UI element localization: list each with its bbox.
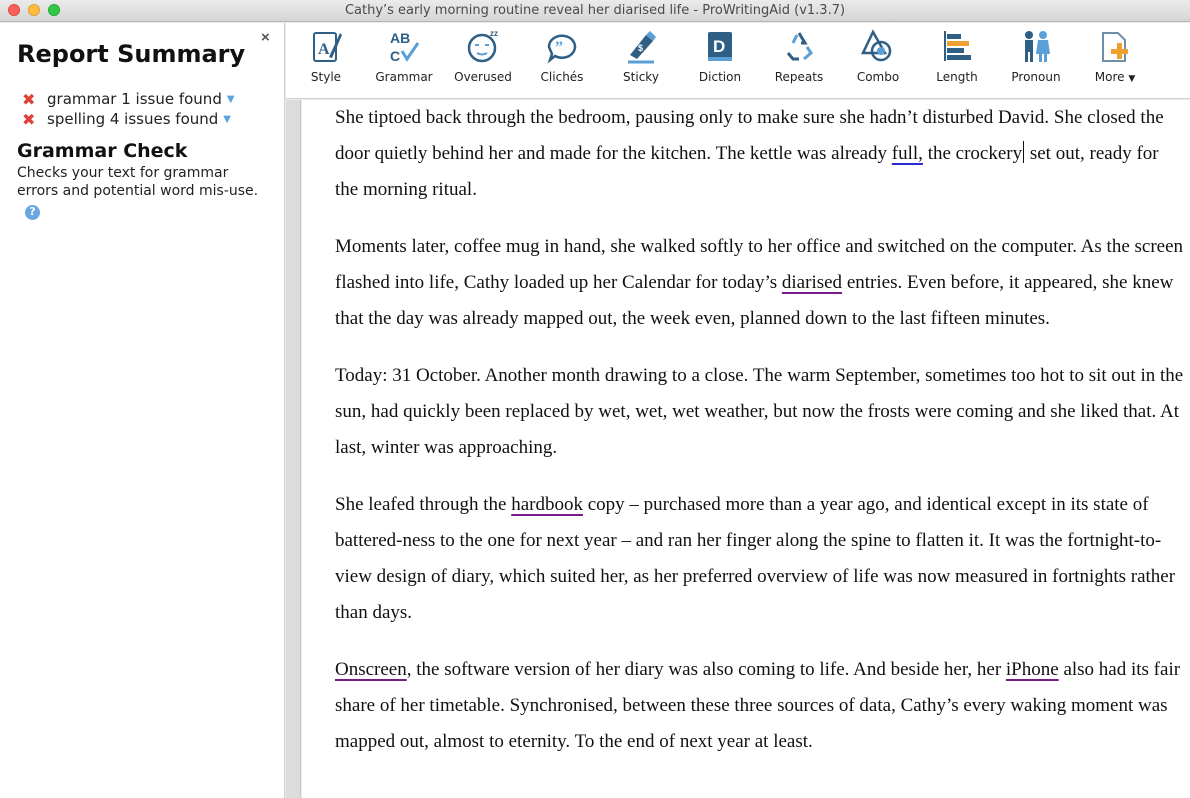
window-controls — [8, 4, 60, 16]
window-minimize-button[interactable] — [28, 4, 40, 16]
toolbar-pronoun-button[interactable]: Pronoun — [996, 27, 1076, 93]
tool-label: Style — [310, 70, 342, 84]
text-run: She leafed through the — [335, 494, 512, 515]
more-icon — [1102, 32, 1128, 62]
tool-label: Sticky — [623, 70, 659, 84]
tool-label: Pronoun — [1011, 70, 1061, 84]
dropdown-caret-icon[interactable]: ▼ — [227, 94, 235, 105]
repeats-icon — [786, 32, 813, 61]
svg-text:D: D — [713, 37, 725, 56]
toolbar-more-button[interactable]: More ▼ — [1075, 27, 1155, 93]
tool-label: Combo — [856, 70, 900, 84]
document-gutter — [286, 100, 301, 798]
sticky-icon: $ — [628, 31, 656, 64]
issue-item-spelling[interactable]: ✖ spelling 4 issues found ▼ — [22, 109, 235, 129]
document-editor[interactable]: She tiptoed back through the bedroom, pa… — [302, 100, 1190, 798]
toolbar-combo-button[interactable]: Combo — [838, 27, 918, 93]
more-caret-icon: ▼ — [1128, 74, 1136, 84]
window-close-button[interactable] — [8, 4, 20, 16]
error-x-icon: ✖ — [22, 109, 36, 129]
close-sidebar-button[interactable]: × — [261, 29, 270, 46]
toolbar-cliches-button[interactable]: ” Clichés — [522, 27, 602, 93]
svg-text:zz: zz — [490, 29, 498, 38]
window-title: Cathy’s early morning routine reveal her… — [344, 3, 846, 18]
spelling-flag[interactable]: hardbook — [511, 494, 583, 515]
tool-label: Overused — [454, 70, 512, 84]
svg-text:$: $ — [638, 43, 643, 53]
tool-label: Repeats — [774, 70, 824, 84]
cliches-icon: ” — [547, 34, 577, 64]
grammar-check-heading: Grammar Check — [17, 140, 188, 162]
toolbar-sticky-button[interactable]: $ Sticky — [601, 27, 681, 93]
pronoun-icon — [1025, 31, 1050, 62]
combo-icon — [861, 29, 892, 62]
dropdown-caret-icon[interactable]: ▼ — [223, 114, 231, 125]
paragraph-3[interactable]: Today: 31 October. Another month drawing… — [335, 358, 1185, 466]
svg-text:C: C — [390, 48, 400, 64]
text-cursor — [1023, 141, 1025, 163]
paragraph-5[interactable]: Onscreen, the software version of her di… — [335, 652, 1185, 760]
toolbar-style-button[interactable]: A Style — [286, 27, 366, 93]
issue-label: grammar 1 issue found — [47, 90, 222, 108]
text-run: , the software version of her diary was … — [406, 659, 1006, 680]
overused-icon: zz — [467, 29, 498, 63]
report-summary-title: Report Summary — [17, 40, 246, 68]
diction-icon: D — [708, 32, 732, 61]
svg-text:AB: AB — [390, 30, 410, 46]
issue-label: spelling 4 issues found — [47, 110, 219, 128]
grammar-flag[interactable]: full, — [892, 143, 923, 164]
length-icon — [944, 31, 971, 61]
report-toolbar: A Style AB C Grammar zz Overused ” Clich… — [286, 23, 1190, 99]
paragraph-1[interactable]: She tiptoed back through the bedroom, pa… — [335, 100, 1185, 208]
tool-label: Clichés — [540, 70, 584, 84]
more-label: More — [1094, 70, 1125, 84]
help-icon[interactable]: ? — [25, 204, 40, 220]
spelling-flag[interactable]: Onscreen — [335, 659, 407, 680]
svg-text:”: ” — [555, 39, 563, 56]
grammar-icon: AB C — [390, 30, 420, 64]
tool-label: More ▼ — [1095, 70, 1136, 84]
toolbar-repeats-button[interactable]: Repeats — [759, 27, 839, 93]
svg-text:A: A — [318, 41, 330, 58]
spelling-flag[interactable]: iPhone — [1006, 659, 1059, 680]
paragraph-2[interactable]: Moments later, coffee mug in hand, she w… — [335, 229, 1185, 337]
style-icon: A — [313, 32, 342, 62]
tool-label: Length — [936, 70, 978, 84]
paragraph-4[interactable]: She leafed through the hardbook copy – p… — [335, 487, 1185, 631]
tool-label: Diction — [698, 70, 742, 84]
title-bar: Cathy’s early morning routine reveal her… — [0, 0, 1190, 22]
issue-list: ✖ grammar 1 issue found ▼ ✖ spelling 4 i… — [22, 89, 235, 129]
grammar-check-description: Checks your text for grammar errors and … — [17, 164, 267, 220]
error-x-icon: ✖ — [22, 89, 36, 109]
text-run: the crockery — [922, 143, 1023, 164]
toolbar-grammar-button[interactable]: AB C Grammar — [364, 27, 444, 93]
tool-label: Grammar — [375, 70, 433, 84]
toolbar-length-button[interactable]: Length — [917, 27, 997, 93]
toolbar-diction-button[interactable]: D Diction — [680, 27, 760, 93]
description-text: Checks your text for grammar errors and … — [17, 165, 259, 199]
report-sidebar: × Report Summary ✖ grammar 1 issue found… — [0, 23, 285, 798]
window-zoom-button[interactable] — [48, 4, 60, 16]
issue-item-grammar[interactable]: ✖ grammar 1 issue found ▼ — [22, 89, 235, 109]
spelling-flag[interactable]: diarised — [782, 272, 842, 293]
toolbar-overused-button[interactable]: zz Overused — [443, 27, 523, 93]
